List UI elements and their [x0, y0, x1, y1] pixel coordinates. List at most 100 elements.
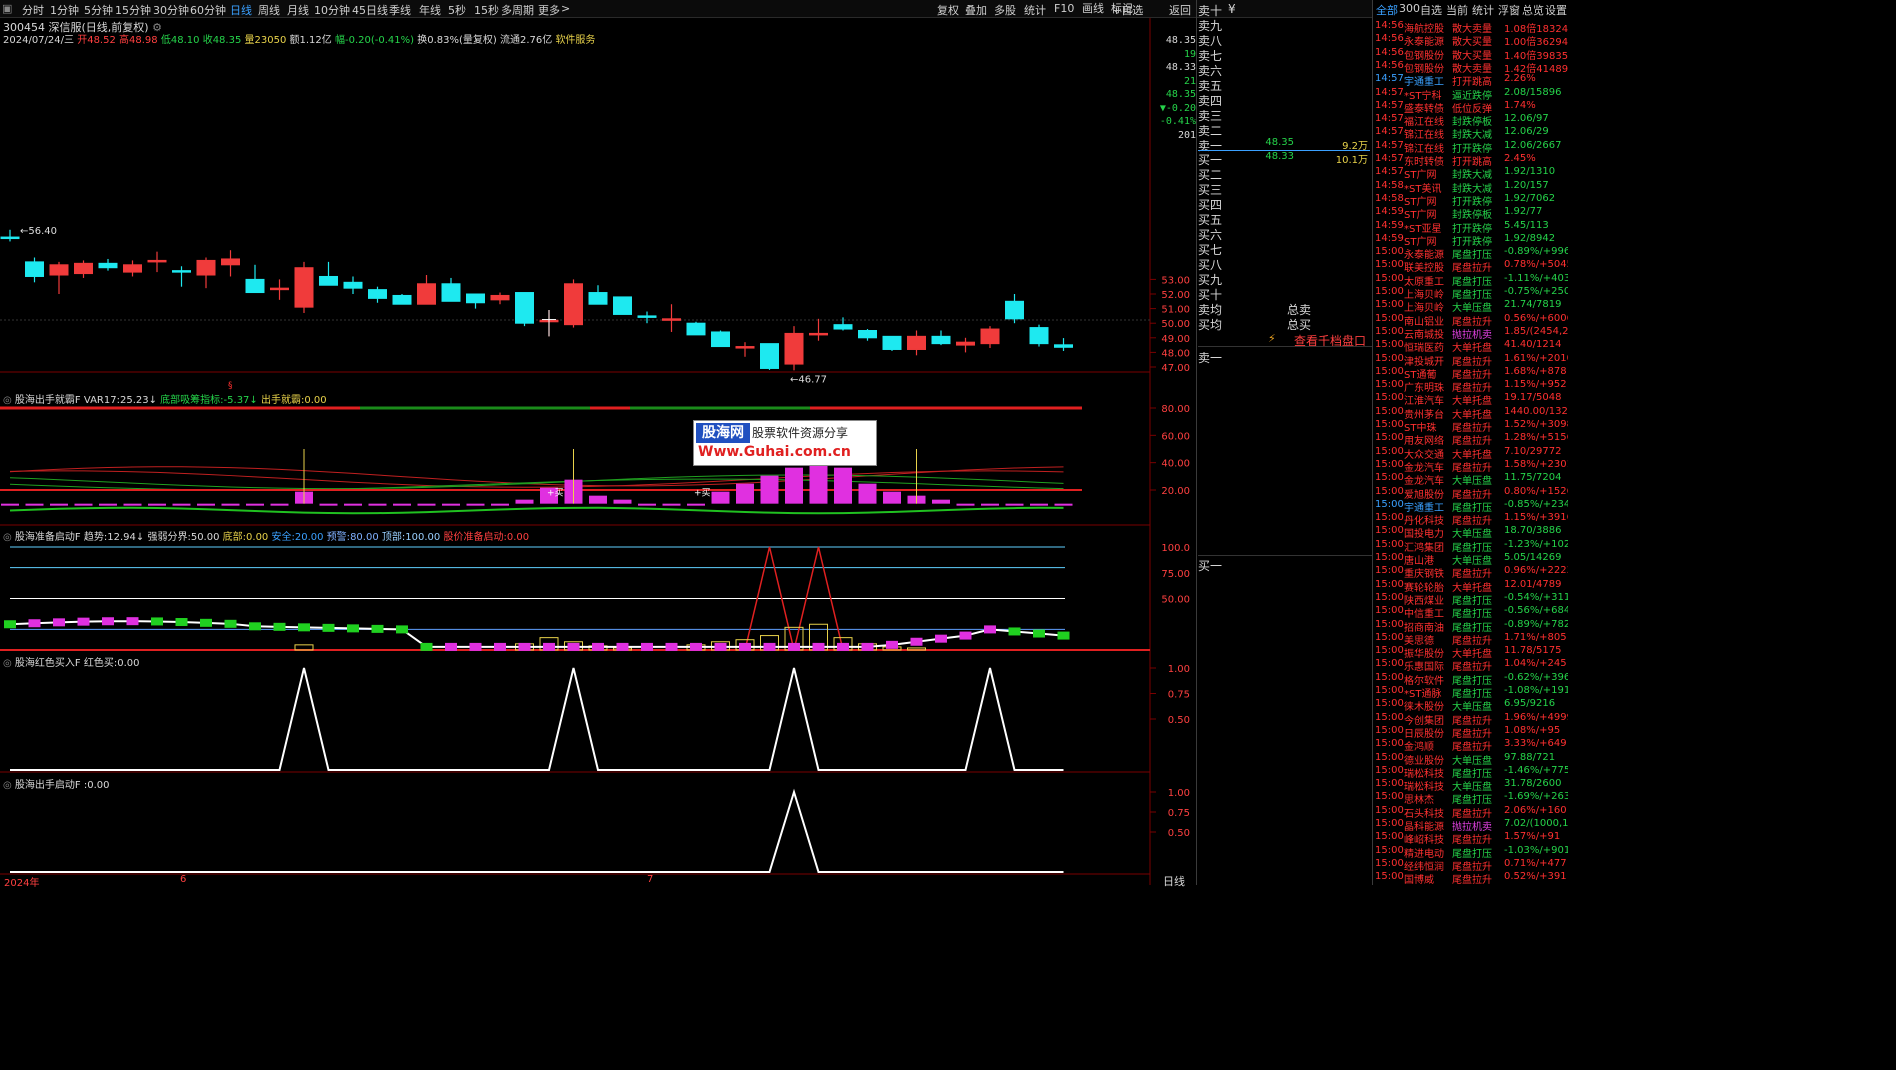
ticker-row[interactable]: 15:00 ST中珠 尾盘拉升 1.52%/+3098 — [1374, 419, 1568, 432]
ticker-row[interactable]: 14:57 福江在线 封跌停板 12.06/97 — [1374, 113, 1568, 126]
bid-row[interactable]: 买九 — [1198, 271, 1372, 287]
ticker-tab[interactable]: 300 — [1399, 2, 1420, 15]
ticker-row[interactable]: 15:00 乐惠国际 尾盘拉升 1.04%/+245 — [1374, 658, 1568, 671]
period-tab[interactable]: 日线 — [230, 2, 252, 18]
ticker-row[interactable]: 15:00 唐山港 大单压盘 5.05/14269 — [1374, 552, 1568, 565]
ticker-row[interactable]: 14:56 海航控股 散大卖量 1.08倍18324 — [1374, 20, 1568, 33]
tool-button[interactable]: F10 — [1054, 2, 1074, 15]
period-tab[interactable]: 10分钟 — [314, 2, 350, 18]
ticker-row[interactable]: 14:57 *ST宁科 逼近跌停 2.08/15896 — [1374, 87, 1568, 100]
ask-row[interactable]: 卖九 — [1198, 17, 1372, 33]
ticker-row[interactable]: 15:00瑞松科技尾盘打压 -1.46%/+7753 — [1374, 765, 1568, 778]
ticker-row[interactable]: 14:59 *ST亚星 打开跌停 5.45/113 — [1374, 220, 1568, 233]
bid-row[interactable]: 买八 — [1198, 256, 1372, 272]
ticker-row[interactable]: 14:57 ST广网 封跌大减 1.92/1310 — [1374, 166, 1568, 179]
bid-row[interactable]: 买七 — [1198, 241, 1372, 257]
ticker-row[interactable]: 15:00 今创集团 尾盘拉升 1.96%/+4999 — [1374, 712, 1568, 725]
ticker-row[interactable]: 15:00 瑞松科技 大单压盘 31.78/2600 — [1374, 778, 1568, 791]
chart-area[interactable]: 53.00 52.00 51.00 50.00 49.00 48.00 47.00 ←56.4… — [0, 18, 1196, 885]
ticker-row[interactable]: 15:00 国博威 尾盘拉升 0.52%/+391 — [1374, 871, 1568, 884]
ticker-row[interactable]: 15:00宇通重工尾盘打压 -0.85%/+2340 — [1374, 499, 1568, 512]
bid-row[interactable]: 买一 48.33 10.1万 — [1198, 151, 1372, 167]
ticker-row[interactable]: 15:00 精进电动 尾盘打压 -1.03%/+901 — [1374, 845, 1568, 858]
ticker-tab[interactable]: 当前 — [1446, 2, 1468, 18]
ticker-row[interactable]: 15:00陕西煤业尾盘打压 -0.54%/+3119 — [1374, 592, 1568, 605]
period-tab[interactable]: 年线 — [419, 2, 441, 18]
ticker-tab[interactable]: 全部 — [1376, 2, 1398, 18]
period-tab[interactable]: 15秒 — [474, 2, 499, 18]
ticker-row[interactable]: 15:00 徕木股份 大单压盘 6.95/9216 — [1374, 698, 1568, 711]
period-tab[interactable]: 45日线 — [352, 2, 388, 18]
ticker-row[interactable]: 15:00 思林杰 尾盘打压 -1.69%/+263 — [1374, 791, 1568, 804]
period-tab[interactable]: 1分钟 — [50, 2, 79, 18]
ticker-row[interactable]: 15:00 丹化科技 尾盘拉升 1.15%/+3916 — [1374, 512, 1568, 525]
ticker-tab[interactable]: 浮窗 — [1498, 2, 1520, 18]
ticker-row[interactable]: 15:00 太原重工 尾盘打压 -1.11%/+403 — [1374, 273, 1568, 286]
ticker-row[interactable]: 15:00永泰能源尾盘打压 -0.89%/+9961 — [1374, 246, 1568, 259]
ticker-row[interactable]: 15:00 金鸿顺 尾盘拉升 3.33%/+649 — [1374, 738, 1568, 751]
period-tab[interactable]: 5分钟 — [84, 2, 113, 18]
bid-row[interactable]: 买十 — [1198, 286, 1372, 302]
ticker-row[interactable]: 15:00 晶科能源 抛拉机卖 7.02/(1000,10 — [1374, 818, 1568, 831]
ticker-row[interactable]: 15:00 重庆钢铁 尾盘拉升 0.96%/+2223 — [1374, 565, 1568, 578]
bid-row[interactable]: 买五 — [1198, 211, 1372, 227]
ticker-row[interactable]: 15:00 上海贝岭 大单压盘 21.74/7819 — [1374, 299, 1568, 312]
ticker-row[interactable]: 14:56 永泰能源 散大买量 1.00倍36294 — [1374, 33, 1568, 46]
ticker-tab[interactable]: 设置 — [1545, 2, 1567, 18]
tool-button[interactable]: 统计 — [1024, 2, 1046, 18]
ask-row[interactable]: 卖五 — [1198, 77, 1372, 93]
ticker-row[interactable]: 15:00上海贝岭尾盘打压 -0.75%/+2506 — [1374, 286, 1568, 299]
ticker-row[interactable]: 14:57 锦江在线 打开跌停 12.06/2667 — [1374, 140, 1568, 153]
period-tab[interactable]: 分时 — [22, 2, 44, 18]
bid-row[interactable]: 买六 — [1198, 226, 1372, 242]
ticker-row[interactable]: 14:59 ST广网 打开跌停 1.92/8942 — [1374, 233, 1568, 246]
ticker-row[interactable]: 15:00 爱旭股份 尾盘拉升 0.80%/+1526 — [1374, 486, 1568, 499]
ticker-row[interactable]: 14:56 包钢股份 散大卖量 1.42倍41489 — [1374, 60, 1568, 73]
tool-button[interactable]: 标记 — [1111, 0, 1133, 16]
period-indicator[interactable]: 日线 — [1163, 873, 1185, 889]
ask-row[interactable]: 卖十 ¥ — [1198, 2, 1372, 18]
ticker-row[interactable]: 15:00 广东明珠 尾盘拉升 1.15%/+952 — [1374, 379, 1568, 392]
ticker-row[interactable]: 15:00 联美控股 尾盘拉升 0.78%/+5045 — [1374, 259, 1568, 272]
tool-button[interactable]: 复权 — [937, 2, 959, 18]
ticker-row[interactable]: 15:00 国投电力 大单压盘 18.70/3886 — [1374, 525, 1568, 538]
ticker-row[interactable]: 15:00 日辰股份 尾盘拉升 1.08%/+95 — [1374, 725, 1568, 738]
period-tab[interactable]: 30分钟 — [153, 2, 189, 18]
ticker-row[interactable]: 15:00 振华股份 大单托盘 11.78/5175 — [1374, 645, 1568, 658]
tool-button[interactable]: 画线 — [1082, 0, 1104, 16]
ticker-tab[interactable]: 自选 — [1420, 2, 1442, 18]
chevron-right-icon[interactable]: > — [561, 2, 570, 15]
ask-row[interactable]: 卖六 — [1198, 62, 1372, 78]
ask-row[interactable]: 卖八 — [1198, 32, 1372, 48]
tool-button[interactable]: 叠加 — [965, 2, 987, 18]
ticker-row[interactable]: 15:00 *ST通脉 尾盘打压 -1.08%/+191 — [1374, 685, 1568, 698]
ticker-row[interactable]: 15:00 ST通葡 尾盘拉升 1.68%/+878 — [1374, 366, 1568, 379]
bid-row[interactable]: 买三 — [1198, 181, 1372, 197]
ticker-row[interactable]: 14:58 ST广网 打开跌停 1.92/7062 — [1374, 193, 1568, 206]
period-tab[interactable]: 5秒 — [448, 2, 466, 18]
ticker-row[interactable]: 14:57 锦江在线 封跌大减 12.06/29 — [1374, 126, 1568, 139]
ask-row[interactable]: 卖二 — [1198, 122, 1372, 138]
ticker-row[interactable]: 14:59 ST广网 封跌停板 1.92/77 — [1374, 206, 1568, 219]
tool-button[interactable]: 多股 — [994, 2, 1016, 18]
bid-row[interactable]: 买二 — [1198, 166, 1372, 182]
period-tab[interactable]: 15分钟 — [115, 2, 151, 18]
ticker-tab[interactable]: 总览 — [1522, 2, 1544, 18]
ticker-tab[interactable]: 统计 — [1472, 2, 1494, 18]
ticker-row[interactable]: 15:00中信重工尾盘打压 -0.56%/+6842 — [1374, 605, 1568, 618]
ticker-row[interactable]: 15:00汇鸿集团尾盘打压 -1.23%/+1027 — [1374, 539, 1568, 552]
period-tab[interactable]: 多周期 — [501, 2, 534, 18]
ticker-row[interactable]: 15:00招商南油尾盘打压 -0.89%/+7821 — [1374, 619, 1568, 632]
period-tab[interactable]: 周线 — [258, 2, 280, 18]
ticker-row[interactable]: 15:00 用友网络 尾盘拉升 1.28%/+5156 — [1374, 432, 1568, 445]
ticker-row[interactable]: 15:00 南山铝业 尾盘拉升 0.56%/+6006 — [1374, 313, 1568, 326]
ask-row[interactable]: 卖四 — [1198, 92, 1372, 108]
ticker-row[interactable]: 15:00 大众交通 大单托盘 7.10/29772 — [1374, 446, 1568, 459]
ticker-row[interactable]: 15:00 美思德 尾盘拉升 1.71%/+805 — [1374, 632, 1568, 645]
ticker-row[interactable]: 14:57 东时转债 打开跳高 2.45% — [1374, 153, 1568, 166]
ticker-row[interactable]: 15:00 恒瑞医药 大单托盘 41.40/1214 — [1374, 339, 1568, 352]
ticker-row[interactable]: 14:57 盛泰转债 低位反弹 1.74% — [1374, 100, 1568, 113]
tool-button[interactable]: 返回 — [1169, 2, 1191, 18]
period-tab[interactable]: 60分钟 — [190, 2, 226, 18]
ticker-row[interactable]: 14:57 宇通重工 打开跳高 2.26% — [1374, 73, 1568, 86]
